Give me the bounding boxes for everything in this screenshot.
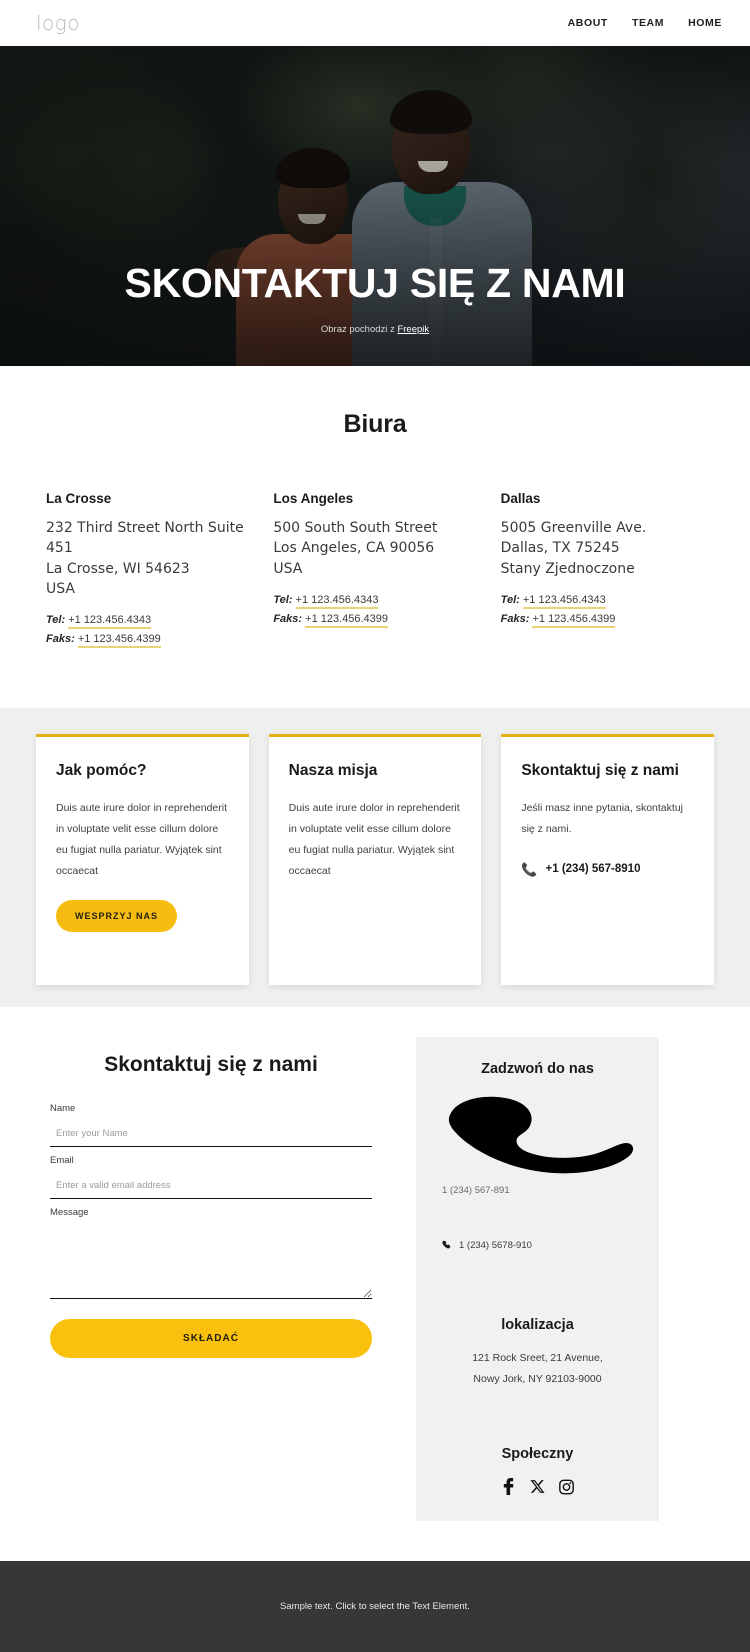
offices-heading: Biura (343, 410, 407, 438)
x-twitter-icon[interactable] (530, 1479, 545, 1495)
offices-grid: La Crosse 232 Third Street North Suite 4… (0, 491, 750, 652)
card-body: Duis aute irure dolor in reprehenderit i… (56, 801, 228, 877)
location-line-2: Nowy Jork, NY 92103-9000 (473, 1373, 602, 1386)
fax-label: Faks: (46, 633, 75, 646)
logo[interactable]: logo (36, 11, 80, 35)
call-us-heading: Zadzwoń do nas (481, 1061, 594, 1078)
card-body: Duis aute irure dolor in reprehenderit i… (288, 801, 460, 877)
freepik-link[interactable]: Freepik (397, 324, 429, 335)
image-credit-text: Obraz pochodzi z (320, 324, 398, 336)
office-fax-row: Faks: +1 123.456.4399 (273, 612, 476, 628)
office-city: Dallas (500, 491, 541, 506)
message-textarea[interactable] (50, 1227, 372, 1300)
side-phone-primary[interactable]: 1 (234) 567-891 (434, 1185, 641, 1196)
email-label: Email (50, 1155, 74, 1167)
office-tel-value[interactable]: +1 123.456.4343 (68, 614, 152, 630)
social-block: Społeczny (434, 1446, 641, 1496)
side-phone-secondary: 1 (234) 5678-910 (459, 1240, 532, 1252)
office-city: La Crosse (46, 491, 112, 506)
office-tel-value[interactable]: +1 123.456.4343 (522, 593, 606, 609)
card-title: Jak pomóc? (56, 762, 147, 780)
hero-content: SKONTAKTUJ SIĘ Z NAMI Obraz pochodzi z F… (0, 260, 750, 335)
office-tel-value[interactable]: +1 123.456.4343 (295, 593, 379, 609)
office-fax-value[interactable]: +1 123.456.4399 (305, 612, 389, 628)
office-city: Los Angeles (273, 491, 354, 506)
location-block: lokalizacja 121 Rock Sreet, 21 Avenue, N… (434, 1317, 641, 1390)
side-phone-secondary-row[interactable]: 1 (234) 5678-910 (434, 1240, 641, 1251)
message-label: Message (50, 1207, 89, 1219)
office-fax-value[interactable]: +1 123.456.4399 (77, 633, 161, 649)
card-title: Skontaktuj się z nami (521, 762, 679, 780)
info-card-how-to-help: Jak pomóc? Duis aute irure dolor in repr… (36, 734, 249, 986)
offices-section: Biura La Crosse 232 Third Street North S… (0, 366, 750, 709)
site-footer: Sample text. Click to select the Text El… (0, 1561, 750, 1652)
nav-link-team[interactable]: TEAM (632, 17, 664, 29)
office-fax-value[interactable]: +1 123.456.4399 (532, 612, 616, 628)
contact-form: Skontaktuj się z nami Name Email Message… (36, 1037, 386, 1521)
info-cards-grid: Jak pomóc? Duis aute irure dolor in repr… (0, 734, 750, 986)
name-field-group: Name (50, 1103, 372, 1148)
card-phone-number: +1 (234) 567-8910 (545, 863, 641, 876)
fax-label: Faks: (500, 612, 530, 625)
support-us-button[interactable]: WESPRZYJ NAS (56, 899, 178, 932)
social-icons (434, 1478, 641, 1496)
office-address: 5005 Greenville Ave. Dallas, TX 75245 Stan… (500, 520, 647, 577)
tel-label: Tel: (46, 614, 66, 627)
office-fax-row: Faks: +1 123.456.4399 (500, 612, 704, 628)
nav-link-home[interactable]: HOME (688, 17, 722, 29)
info-cards-section: Jak pomóc? Duis aute irure dolor in repr… (0, 708, 750, 1008)
location-line-1: 121 Rock Sreet, 21 Avenue, (472, 1352, 603, 1365)
office-tel-row: Tel: +1 123.456.4343 (46, 614, 249, 630)
info-card-our-mission: Nasza misja Duis aute irure dolor in rep… (268, 734, 482, 986)
page-title: SKONTAKTUJ SIĘ Z NAMI (124, 260, 626, 306)
office-tel-row: Tel: +1 123.456.4343 (273, 593, 476, 609)
name-input[interactable] (50, 1126, 372, 1148)
phone-handset-icon (448, 1096, 633, 1174)
contact-section: Skontaktuj się z nami Name Email Message… (0, 1007, 750, 1562)
office-tel-row: Tel: +1 123.456.4343 (500, 593, 704, 609)
hero-banner: SKONTAKTUJ SIĘ Z NAMI Obraz pochodzi z F… (0, 46, 750, 366)
image-credit: Obraz pochodzi z Freepik (40, 324, 710, 335)
contact-form-heading: Skontaktuj się z nami (104, 1053, 318, 1077)
office-card-los-angeles: Los Angeles 500 South South Street Los An… (273, 491, 476, 652)
office-card-dallas: Dallas 5005 Greenville Ave. Dallas, TX 75… (501, 491, 704, 652)
tel-label: Tel: (500, 593, 520, 606)
facebook-icon[interactable] (501, 1478, 516, 1496)
submit-button[interactable]: SKŁADAĆ (50, 1319, 372, 1359)
office-fax-row: Faks: +1 123.456.4399 (46, 633, 249, 649)
card-phone-row[interactable]: 📞 +1 (234) 567-8910 (521, 863, 694, 876)
email-field-group: Email (50, 1155, 372, 1200)
card-title: Nasza misja (288, 762, 378, 780)
email-input[interactable] (50, 1178, 372, 1200)
contact-side-panel: Zadzwoń do nas 1 (234) 567-891 1 (234) 5… (416, 1037, 659, 1522)
info-card-contact-us: Skontaktuj się z nami Jeśli masz inne py… (501, 734, 714, 986)
social-heading: Społeczny (501, 1446, 574, 1463)
footer-text[interactable]: Sample text. Click to select the Text El… (280, 1601, 470, 1612)
card-body: Jeśli masz inne pytania, skontaktuj się … (521, 801, 683, 835)
fax-label: Faks: (273, 612, 303, 625)
location-heading: lokalizacja (501, 1317, 574, 1334)
site-header: logo ABOUT TEAM HOME (0, 0, 750, 46)
office-address: 232 Third Street North Suite 451 La Cross… (46, 520, 244, 597)
nav-link-about[interactable]: ABOUT (568, 17, 608, 29)
office-card-la-crosse: La Crosse 232 Third Street North Suite 4… (46, 491, 249, 652)
tel-label: Tel: (273, 593, 293, 606)
phone-icon (442, 1240, 451, 1249)
message-field-group: Message (50, 1207, 372, 1304)
phone-icon: 📞 (521, 861, 538, 877)
main-navigation: ABOUT TEAM HOME (568, 17, 722, 29)
instagram-icon[interactable] (559, 1479, 574, 1495)
name-label: Name (50, 1103, 76, 1115)
office-address: 500 South South Street Los Angeles, CA 90… (273, 520, 438, 577)
